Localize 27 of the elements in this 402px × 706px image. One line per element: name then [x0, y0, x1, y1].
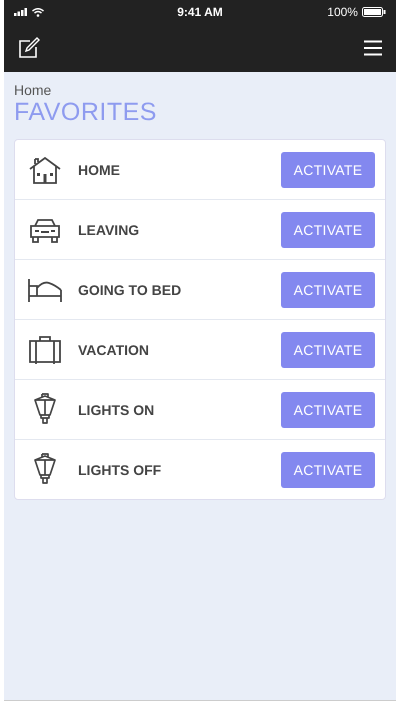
activate-button[interactable]: ACTIVATE [281, 212, 375, 248]
scene-name: GOING TO BED [78, 282, 182, 298]
scene-name: LIGHTS OFF [78, 462, 162, 478]
activate-button[interactable]: ACTIVATE [281, 152, 375, 188]
menu-icon [364, 40, 382, 56]
bed-icon [27, 276, 63, 302]
car-icon [28, 216, 62, 242]
suitcase-icon [28, 334, 62, 364]
scene-name: LIGHTS ON [78, 402, 156, 418]
breadcrumb: Home [14, 82, 52, 98]
compose-icon [18, 37, 40, 59]
scene-name: LEAVING [78, 222, 140, 238]
status-time: 9:41 AM [177, 5, 223, 19]
activate-button[interactable]: ACTIVATE [281, 272, 375, 308]
battery-percent: 100% [327, 5, 358, 19]
wifi-icon [32, 8, 44, 16]
activate-button[interactable]: ACTIVATE [281, 332, 375, 368]
page-title: FAVORITES [14, 98, 158, 127]
lamp-icon [31, 392, 59, 426]
activate-button[interactable]: ACTIVATE [281, 452, 375, 488]
scene-name: VACATION [78, 342, 150, 358]
battery-icon [362, 7, 386, 17]
house-icon [28, 156, 62, 184]
lamp-icon [31, 452, 59, 486]
signal-icon [14, 8, 28, 16]
activate-button[interactable]: ACTIVATE [281, 392, 375, 428]
scene-name: HOME [78, 162, 121, 178]
